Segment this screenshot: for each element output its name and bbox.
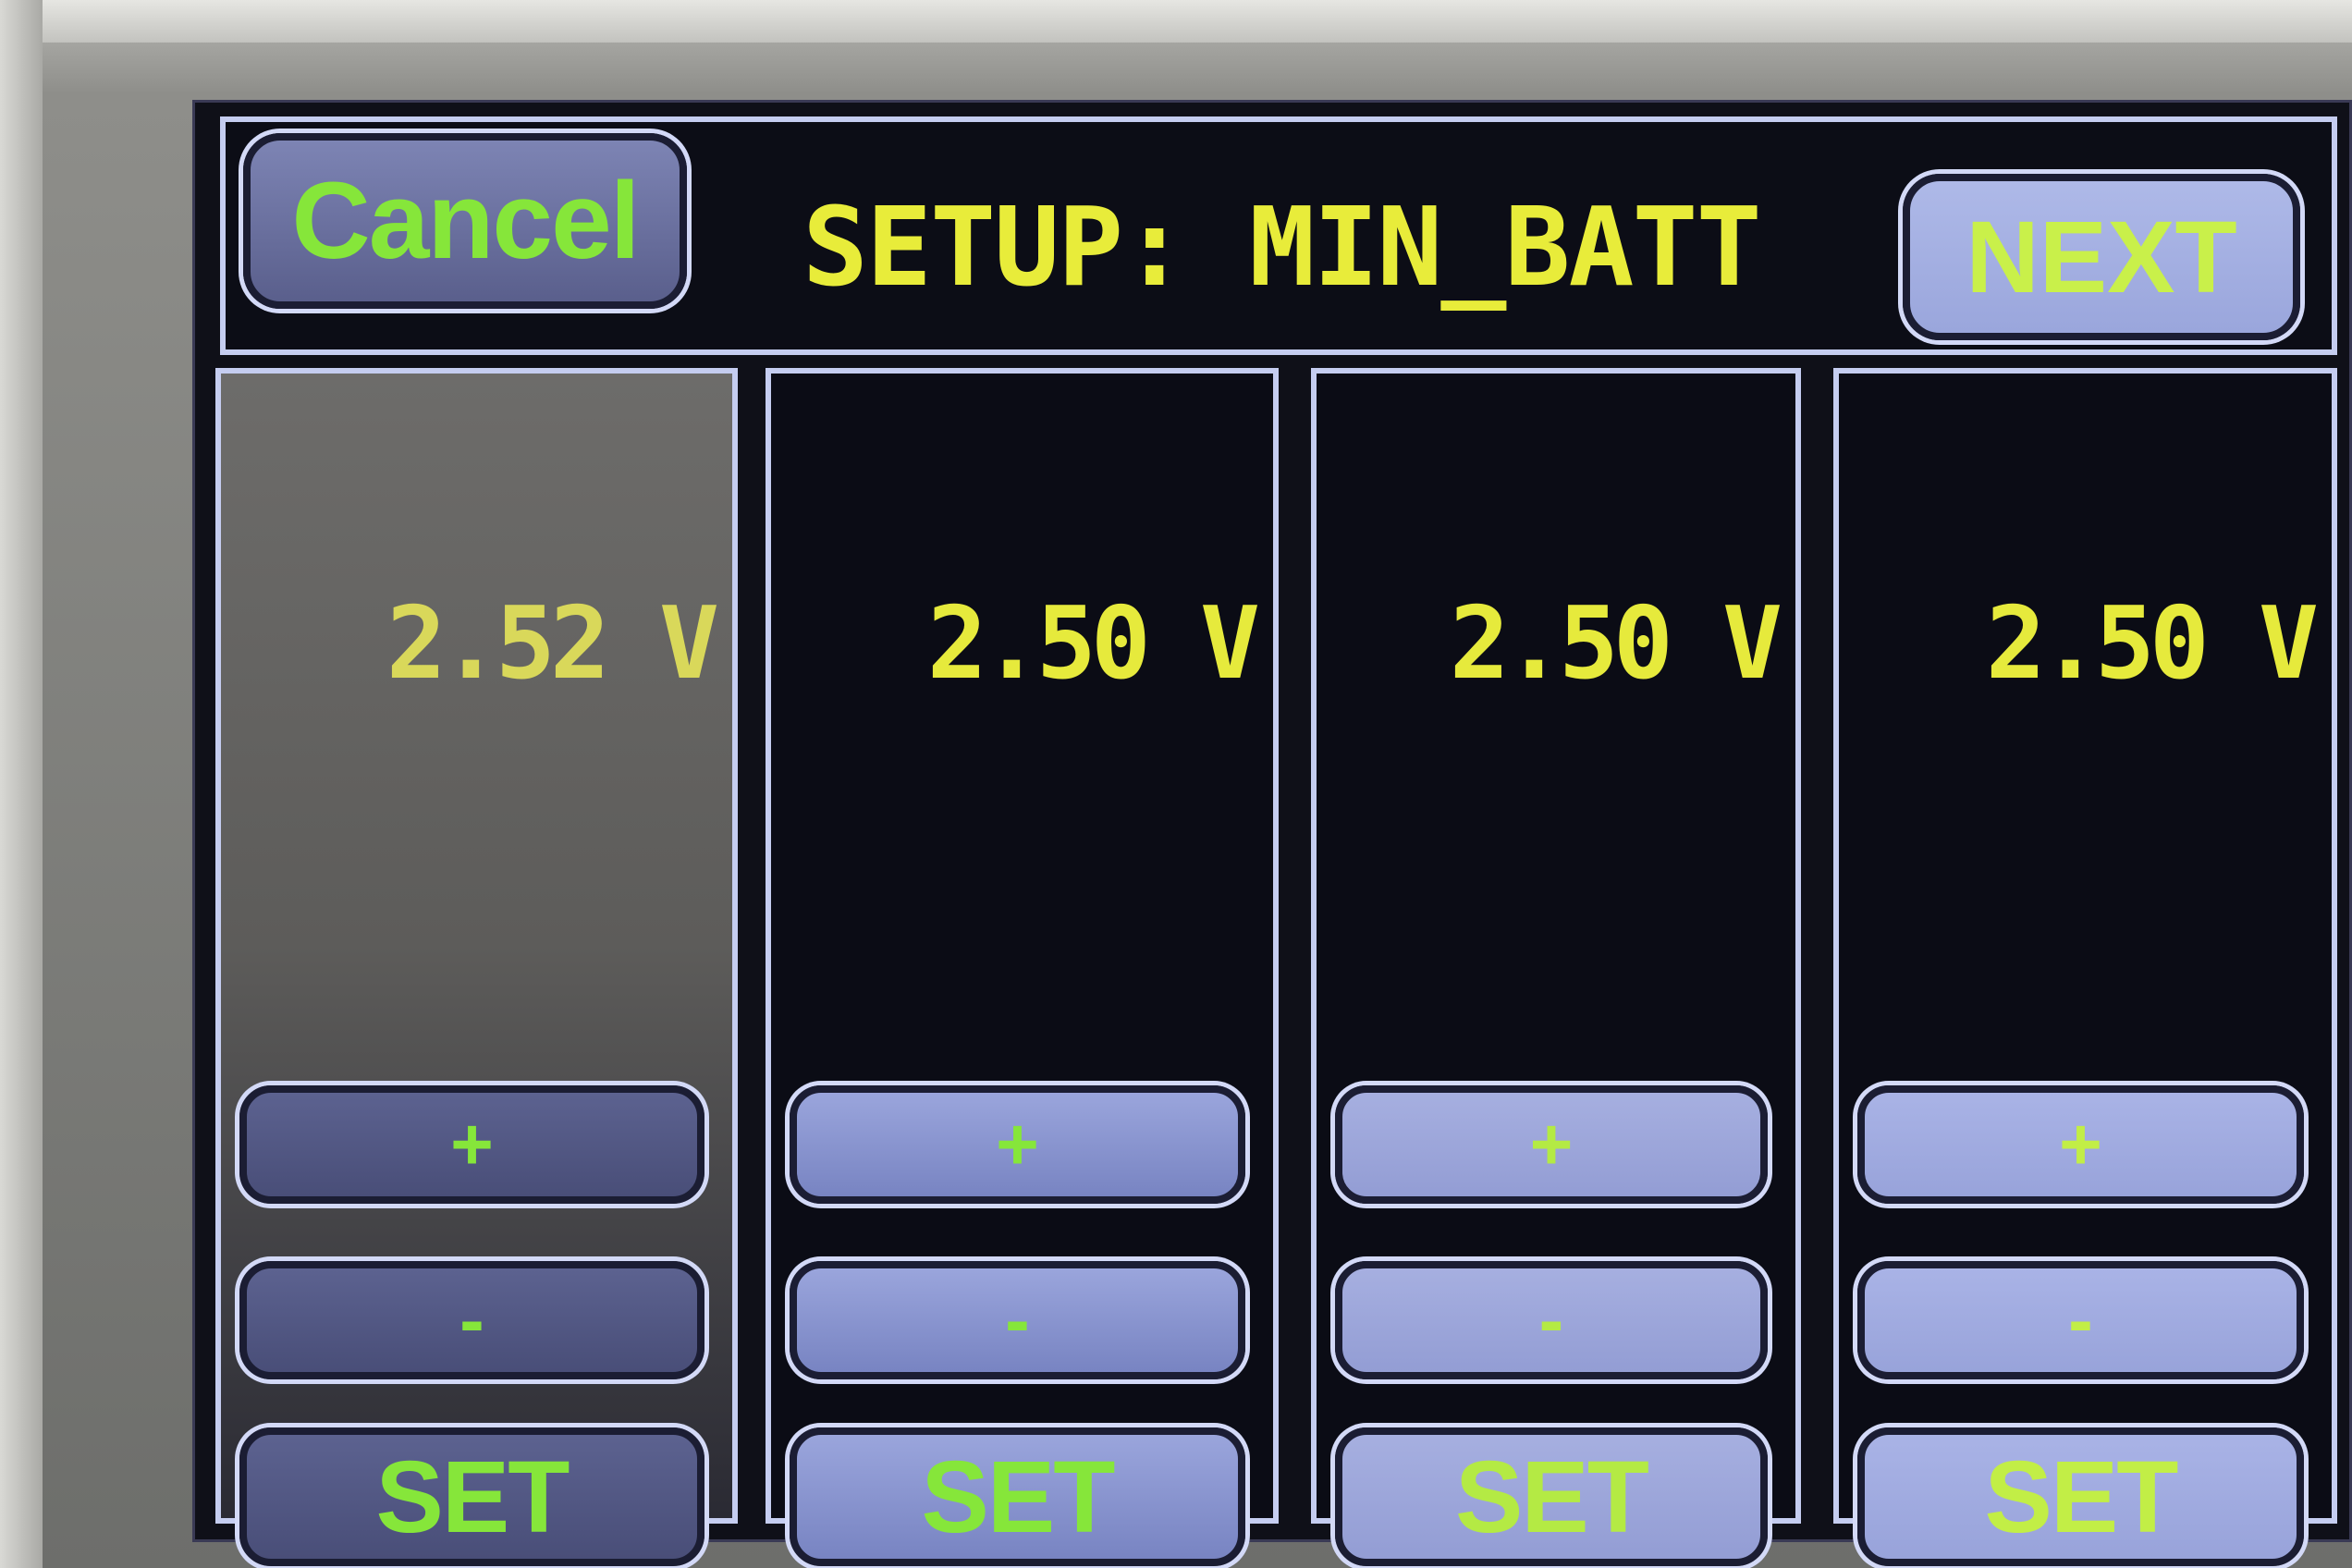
- next-button[interactable]: NEXT: [1903, 174, 2300, 340]
- set-button[interactable]: SET: [790, 1427, 1245, 1566]
- battery-column-3: 2.50 V + - SET: [1311, 368, 1801, 1566]
- lcd-screen: Cancel SETUP: MIN_BATT NEXT 2.52 V + - S…: [192, 100, 2352, 1566]
- decrement-button[interactable]: -: [239, 1261, 704, 1379]
- decrement-button[interactable]: -: [1857, 1261, 2304, 1379]
- bezel-top: [0, 0, 2352, 43]
- bezel-left: [0, 0, 43, 1568]
- cancel-button[interactable]: Cancel: [243, 133, 687, 309]
- voltage-value: 2.50 V: [1985, 586, 2319, 702]
- set-button[interactable]: SET: [239, 1427, 704, 1566]
- increment-button[interactable]: +: [1857, 1085, 2304, 1204]
- page-title: SETUP: MIN_BATT: [802, 183, 1762, 311]
- increment-button[interactable]: +: [239, 1085, 704, 1204]
- voltage-value: 2.50 V: [1449, 586, 1782, 702]
- set-button[interactable]: SET: [1857, 1427, 2304, 1566]
- increment-button[interactable]: +: [790, 1085, 1245, 1204]
- set-button[interactable]: SET: [1335, 1427, 1768, 1566]
- decrement-button[interactable]: -: [1335, 1261, 1768, 1379]
- device-bezel: Cancel SETUP: MIN_BATT NEXT 2.52 V + - S…: [0, 0, 2352, 1568]
- voltage-value: 2.50 V: [926, 586, 1260, 702]
- decrement-button[interactable]: -: [790, 1261, 1245, 1379]
- battery-column-2: 2.50 V + - SET: [766, 368, 1279, 1566]
- voltage-value: 2.52 V: [386, 586, 719, 702]
- battery-column-4: 2.50 V + - SET: [1833, 368, 2337, 1566]
- increment-button[interactable]: +: [1335, 1085, 1768, 1204]
- battery-column-1: 2.52 V + - SET: [215, 368, 738, 1566]
